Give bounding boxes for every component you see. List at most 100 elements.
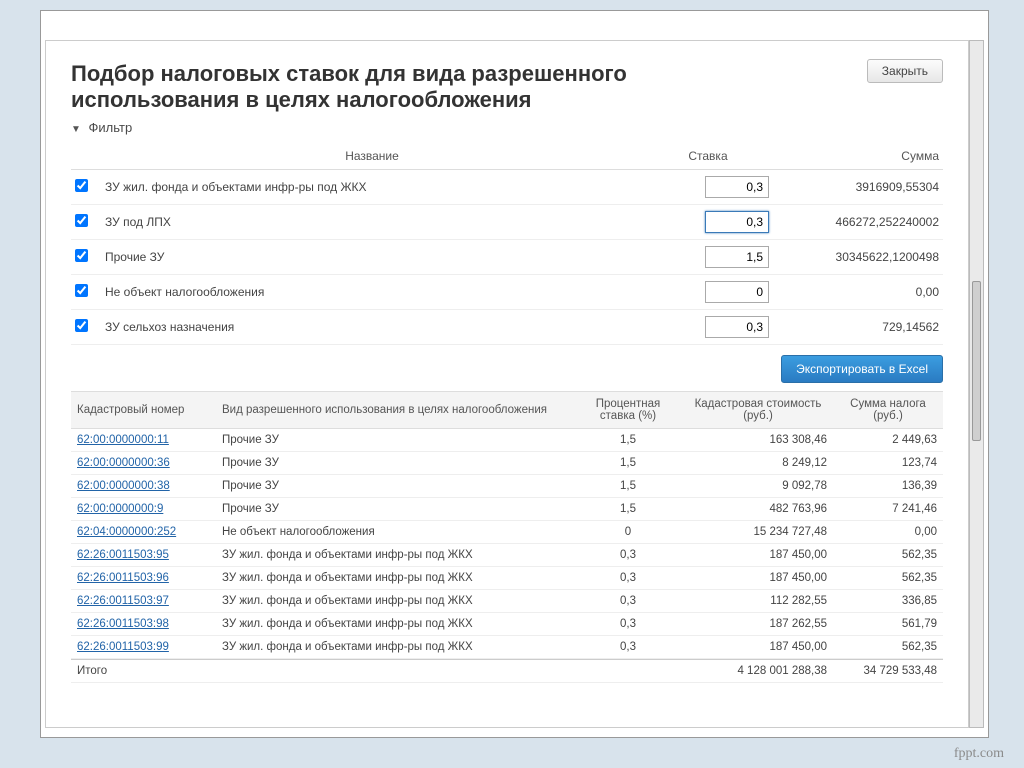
usage-cell: ЗУ жил. фонда и объектами инфр-ры под ЖК… bbox=[216, 636, 573, 659]
usage-cell: Прочие ЗУ bbox=[216, 452, 573, 475]
cadastral-link[interactable]: 62:26:0011503:95 bbox=[77, 549, 169, 561]
row-checkbox[interactable] bbox=[75, 284, 88, 297]
cadastral-link[interactable]: 62:26:0011503:97 bbox=[77, 595, 169, 607]
usage-cell: Прочие ЗУ bbox=[216, 475, 573, 498]
page-title: Подбор налоговых ставок для вида разреше… bbox=[71, 61, 791, 114]
cost-cell: 15 234 727,48 bbox=[683, 521, 833, 544]
rate-row-sum: 3916909,55304 bbox=[773, 170, 943, 205]
rate-cell: 0,3 bbox=[573, 590, 683, 613]
rate-row: Не объект налогообложения0,00 bbox=[71, 275, 943, 310]
rate-cell: 0,3 bbox=[573, 613, 683, 636]
rate-input[interactable] bbox=[705, 176, 769, 198]
rate-row-sum: 30345622,1200498 bbox=[773, 240, 943, 275]
close-button[interactable]: Закрыть bbox=[867, 59, 943, 83]
tax-cell: 561,79 bbox=[833, 613, 943, 636]
table-row: 62:00:0000000:36Прочие ЗУ1,58 249,12123,… bbox=[71, 452, 943, 475]
results-table: Кадастровый номер Вид разрешенного испол… bbox=[71, 391, 943, 683]
total-row: Итого4 128 001 288,3834 729 533,48 bbox=[71, 659, 943, 683]
cost-cell: 187 450,00 bbox=[683, 544, 833, 567]
rate-filter-table: Название Ставка Сумма ЗУ жил. фонда и об… bbox=[71, 143, 943, 345]
rate-input[interactable] bbox=[705, 246, 769, 268]
rate-input[interactable] bbox=[705, 316, 769, 338]
scrollbar-vertical[interactable] bbox=[969, 40, 984, 728]
col-rate: Ставка bbox=[643, 143, 773, 170]
row-checkbox[interactable] bbox=[75, 249, 88, 262]
rate-row: ЗУ сельхоз назначения 729,14562 bbox=[71, 310, 943, 345]
rate-cell: 0,3 bbox=[573, 544, 683, 567]
rate-row-name: ЗУ жил. фонда и объектами инфр-ры под ЖК… bbox=[101, 170, 643, 205]
rate-row: ЗУ жил. фонда и объектами инфр-ры под ЖК… bbox=[71, 170, 943, 205]
export-excel-button[interactable]: Экспортировать в Excel bbox=[781, 355, 943, 383]
cost-cell: 187 450,00 bbox=[683, 636, 833, 659]
rate-row-sum: 466272,252240002 bbox=[773, 205, 943, 240]
usage-cell: ЗУ жил. фонда и объектами инфр-ры под ЖК… bbox=[216, 544, 573, 567]
table-row: 62:26:0011503:95 ЗУ жил. фонда и объектам… bbox=[71, 544, 943, 567]
chevron-down-icon: ▼ bbox=[71, 124, 81, 135]
rate-input[interactable] bbox=[705, 281, 769, 303]
col-percent-rate[interactable]: Процентная ставка (%) bbox=[573, 391, 683, 429]
col-cadastral-number[interactable]: Кадастровый номер bbox=[71, 391, 216, 429]
usage-cell: Не объект налогообложения bbox=[216, 521, 573, 544]
tax-cell: 562,35 bbox=[833, 636, 943, 659]
cadastral-link[interactable]: 62:26:0011503:98 bbox=[77, 618, 169, 630]
footer-brand: fppt.com bbox=[954, 746, 1004, 762]
table-row: 62:00:0000000:38 Прочие ЗУ1,59 092,78136,… bbox=[71, 475, 943, 498]
usage-cell: ЗУ жил. фонда и объектами инфр-ры под ЖК… bbox=[216, 567, 573, 590]
total-label: Итого bbox=[71, 659, 573, 683]
usage-cell: Прочие ЗУ bbox=[216, 498, 573, 521]
rate-cell: 1,5 bbox=[573, 498, 683, 521]
row-checkbox[interactable] bbox=[75, 179, 88, 192]
cost-cell: 187 450,00 bbox=[683, 567, 833, 590]
total-tax: 34 729 533,48 bbox=[833, 659, 943, 683]
rate-cell: 1,5 bbox=[573, 475, 683, 498]
cadastral-link[interactable]: 62:00:0000000:9 bbox=[77, 503, 163, 515]
rate-row: Прочие ЗУ 30345622,1200498 bbox=[71, 240, 943, 275]
rate-row-name: ЗУ сельхоз назначения bbox=[101, 310, 643, 345]
usage-cell: Прочие ЗУ bbox=[216, 429, 573, 452]
tax-cell: 2 449,63 bbox=[833, 429, 943, 452]
tax-cell: 7 241,46 bbox=[833, 498, 943, 521]
cadastral-link[interactable]: 62:00:0000000:36 bbox=[77, 457, 170, 469]
tax-cell: 336,85 bbox=[833, 590, 943, 613]
table-row: 62:26:0011503:96 ЗУ жил. фонда и объектам… bbox=[71, 567, 943, 590]
rate-input[interactable] bbox=[705, 211, 769, 233]
cadastral-link[interactable]: 62:26:0011503:96 bbox=[77, 572, 169, 584]
col-usage-type[interactable]: Вид разрешенного использования в целях н… bbox=[216, 391, 573, 429]
cadastral-link[interactable]: 62:04:0000000:252 bbox=[77, 526, 176, 538]
tax-cell: 562,35 bbox=[833, 567, 943, 590]
rate-row-name: Прочие ЗУ bbox=[101, 240, 643, 275]
rate-row-sum: 729,14562 bbox=[773, 310, 943, 345]
rate-cell: 0,3 bbox=[573, 567, 683, 590]
filter-label: Фильтр bbox=[89, 120, 133, 135]
rate-row-name: Не объект налогообложения bbox=[101, 275, 643, 310]
cost-cell: 112 282,55 bbox=[683, 590, 833, 613]
row-checkbox[interactable] bbox=[75, 319, 88, 332]
tax-cell: 136,39 bbox=[833, 475, 943, 498]
cost-cell: 482 763,96 bbox=[683, 498, 833, 521]
usage-cell: ЗУ жил. фонда и объектами инфр-ры под ЖК… bbox=[216, 613, 573, 636]
rate-cell: 0,3 bbox=[573, 636, 683, 659]
usage-cell: ЗУ жил. фонда и объектами инфр-ры под ЖК… bbox=[216, 590, 573, 613]
row-checkbox[interactable] bbox=[75, 214, 88, 227]
rate-cell: 0 bbox=[573, 521, 683, 544]
cost-cell: 8 249,12 bbox=[683, 452, 833, 475]
table-row: 62:00:0000000:11Прочие ЗУ1,5163 308,462 … bbox=[71, 429, 943, 452]
cost-cell: 187 262,55 bbox=[683, 613, 833, 636]
tax-cell: 562,35 bbox=[833, 544, 943, 567]
cadastral-link[interactable]: 62:00:0000000:38 bbox=[77, 480, 170, 492]
rate-row-name: ЗУ под ЛПХ bbox=[101, 205, 643, 240]
col-name: Название bbox=[101, 143, 643, 170]
filter-toggle[interactable]: ▼ Фильтр bbox=[71, 120, 943, 135]
scrollbar-thumb[interactable] bbox=[972, 281, 981, 441]
col-cadastral-cost[interactable]: Кадастровая стоимость (руб.) bbox=[683, 391, 833, 429]
table-row: 62:26:0011503:97 ЗУ жил. фонда и объектам… bbox=[71, 590, 943, 613]
table-row: 62:04:0000000:252 Не объект налогообложен… bbox=[71, 521, 943, 544]
rate-cell: 1,5 bbox=[573, 452, 683, 475]
cadastral-link[interactable]: 62:26:0011503:99 bbox=[77, 641, 169, 653]
col-tax-sum[interactable]: Сумма налога (руб.) bbox=[833, 391, 943, 429]
rate-cell: 1,5 bbox=[573, 429, 683, 452]
table-row: 62:26:0011503:98 ЗУ жил. фонда и объектам… bbox=[71, 613, 943, 636]
cadastral-link[interactable]: 62:00:0000000:11 bbox=[77, 434, 169, 446]
cost-cell: 9 092,78 bbox=[683, 475, 833, 498]
modal-panel: Закрыть Подбор налоговых ставок для вида… bbox=[45, 40, 969, 728]
